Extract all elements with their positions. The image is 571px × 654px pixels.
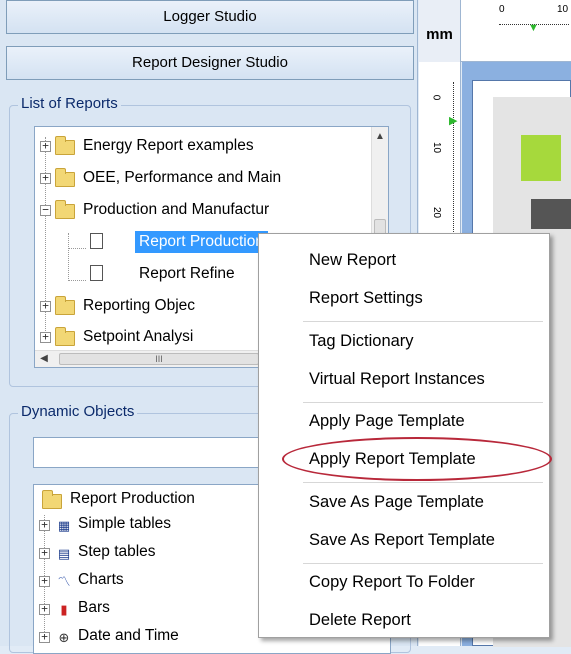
ruler-tick-label: 0 xyxy=(499,4,505,15)
menu-item-save-as-report-template[interactable]: Save As Report Template xyxy=(309,528,495,552)
tree-item-date-and-time[interactable]: Date and Time xyxy=(78,625,179,647)
menu-item-virtual-report-instances[interactable]: Virtual Report Instances xyxy=(309,367,485,391)
menu-item-save-as-page-template[interactable]: Save As Page Template xyxy=(309,490,484,514)
menu-item-apply-report-template[interactable]: Apply Report Template xyxy=(309,447,476,471)
ruler-tick-label: 20 xyxy=(431,206,443,219)
dynamic-objects-title: Dynamic Objects xyxy=(18,403,138,420)
report-designer-studio-tab[interactable]: Report Designer Studio xyxy=(6,46,414,80)
tree-item-bars[interactable]: Bars xyxy=(78,597,110,619)
scroll-up-icon[interactable]: ▲ xyxy=(372,131,388,142)
scroll-left-icon[interactable]: ◀ xyxy=(37,353,51,364)
menu-item-report-settings[interactable]: Report Settings xyxy=(309,286,423,310)
ruler-tick-label: 10 xyxy=(557,4,569,15)
clock-icon: ⊕ xyxy=(58,630,70,645)
collapse-production-icon[interactable]: − xyxy=(40,204,51,216)
table-icon: ▦ xyxy=(57,518,71,533)
ruler-tick-label: 10 xyxy=(431,141,443,154)
expand-simple-tables-icon[interactable]: + xyxy=(39,519,50,531)
menu-item-copy-report-to-folder[interactable]: Copy Report To Folder xyxy=(309,570,475,594)
expand-bars-icon[interactable]: + xyxy=(39,603,50,615)
tree-item-report-refine[interactable]: Report Refine xyxy=(139,263,235,285)
tree-item-simple-tables[interactable]: Simple tables xyxy=(78,513,171,535)
menu-item-apply-page-template[interactable]: Apply Page Template xyxy=(309,409,465,433)
bars-icon: ▮ xyxy=(60,602,68,617)
expand-energy-icon[interactable]: + xyxy=(40,140,51,152)
expand-setpoint-icon[interactable]: + xyxy=(40,331,51,343)
context-menu: New Report Report Settings Tag Dictionar… xyxy=(258,233,550,638)
list-of-reports-title: List of Reports xyxy=(18,95,121,112)
expand-date-time-icon[interactable]: + xyxy=(39,631,50,643)
expand-reporting-objects-icon[interactable]: + xyxy=(40,300,51,312)
logger-studio-tab[interactable]: Logger Studio xyxy=(6,0,414,34)
ruler-marker-icon[interactable]: ▼ xyxy=(528,22,539,34)
report-element[interactable] xyxy=(531,199,571,229)
folder-icon xyxy=(55,200,75,219)
expand-step-tables-icon[interactable]: + xyxy=(39,547,50,559)
ruler-marker-icon[interactable]: ▶ xyxy=(449,114,457,127)
tree-item-step-tables[interactable]: Step tables xyxy=(78,541,156,563)
folder-icon xyxy=(55,327,75,346)
step-table-icon: ▤ xyxy=(57,546,71,561)
horizontal-scroll-thumb[interactable]: III xyxy=(59,353,259,365)
tree-item-energy-report-examples[interactable]: Energy Report examples xyxy=(83,135,254,157)
report-page-icon xyxy=(90,265,103,281)
tree-item-report-production[interactable]: Report Production xyxy=(135,231,268,253)
menu-item-delete-report[interactable]: Delete Report xyxy=(309,608,411,632)
tree-item-setpoint-analysis[interactable]: Setpoint Analysi xyxy=(83,326,193,348)
tree-root-report-production[interactable]: Report Production xyxy=(70,488,195,510)
ruler-unit: mm xyxy=(419,0,461,62)
tree-item-reporting-objects[interactable]: Reporting Objec xyxy=(83,295,195,317)
folder-icon xyxy=(42,490,62,509)
menu-item-new-report[interactable]: New Report xyxy=(309,248,396,272)
folder-icon xyxy=(55,136,75,155)
ruler-tick-label: 0 xyxy=(430,94,442,101)
chart-icon: 〽 xyxy=(57,574,71,589)
tree-item-charts[interactable]: Charts xyxy=(78,569,124,591)
menu-item-tag-dictionary[interactable]: Tag Dictionary xyxy=(309,329,414,353)
report-page-icon xyxy=(90,233,103,249)
tree-item-production-manufacturing[interactable]: Production and Manufactur xyxy=(83,199,269,221)
expand-oee-icon[interactable]: + xyxy=(40,172,51,184)
expand-charts-icon[interactable]: + xyxy=(39,575,50,587)
folder-icon xyxy=(55,296,75,315)
tree-item-oee-performance[interactable]: OEE, Performance and Main xyxy=(83,167,281,189)
folder-icon xyxy=(55,168,75,187)
report-element[interactable] xyxy=(521,135,561,181)
